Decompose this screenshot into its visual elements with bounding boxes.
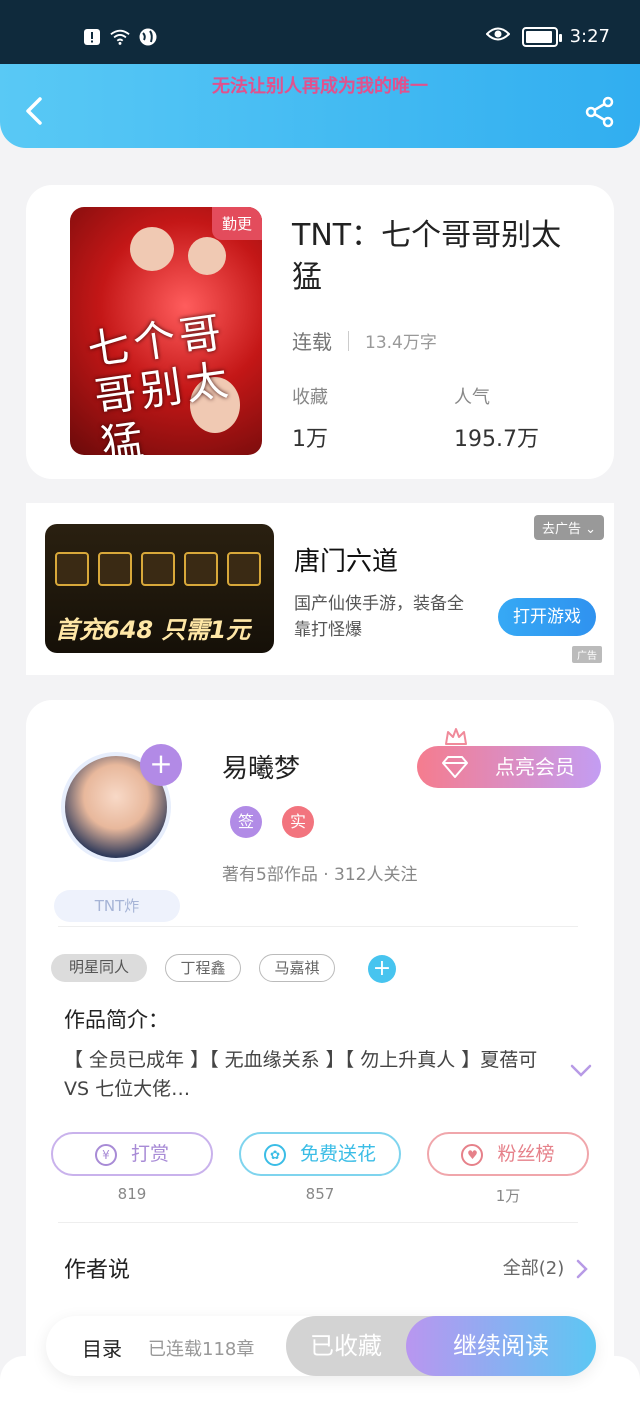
book-cover[interactable]: 七个哥哥别太猛 勤更 (70, 207, 262, 455)
book-info-card: 七个哥哥别太猛 勤更 TNT：七个哥哥别太猛 连载 13.4万字 收藏 1万 人… (26, 185, 614, 479)
view-all-link[interactable]: 全部(2) (503, 1254, 588, 1280)
send-flower-label: 免费送花 (299, 1143, 376, 1165)
author-stats: 著有5部作品 · 312人关注 (222, 865, 418, 885)
author-says-title: 作者说 (64, 1258, 131, 1283)
diamond-icon (442, 756, 468, 778)
author-name[interactable]: 易曦梦 (222, 748, 300, 785)
view-all-label: 全部(2) (502, 1258, 565, 1279)
status-icons-left (82, 27, 158, 47)
collect-label: 收藏 (292, 387, 328, 408)
fans-count: 1万 (495, 1187, 521, 1205)
share-button[interactable] (584, 96, 616, 128)
ad-promo-text: 首充648 只需1元 (55, 616, 251, 644)
remove-ad-button[interactable]: 去广告 ⌄ (533, 515, 604, 540)
header: 无法让别人再成为我的唯一 (0, 64, 640, 148)
back-button[interactable] (22, 96, 48, 126)
globe-icon (138, 27, 158, 47)
fan-ranking-button[interactable]: ♥ 粉丝榜 (427, 1132, 589, 1176)
alert-icon (82, 27, 102, 47)
popularity-label: 人气 (454, 387, 490, 408)
cover-figure (188, 237, 226, 275)
book-meta: 连载 13.4万字 (292, 326, 437, 355)
divider (58, 926, 578, 927)
flower-icon: ✿ (263, 1143, 286, 1166)
ad-item-slot (184, 552, 218, 586)
tag-chip[interactable]: 丁程鑫 (165, 954, 241, 982)
fan-badge: TNT炸 (54, 890, 180, 922)
word-count: 13.4万字 (365, 333, 437, 353)
ad-title: 唐门六道 (294, 547, 399, 577)
follow-plus-icon[interactable]: + (140, 744, 182, 786)
chevron-left-icon (26, 97, 42, 125)
collected-label: 已收藏 (310, 1332, 382, 1360)
header-marquee: 无法让别人再成为我的唯一 (212, 76, 428, 97)
battery-icon (521, 26, 562, 47)
chevron-down-icon[interactable] (570, 1064, 592, 1078)
ad-item-slot (55, 552, 89, 586)
vip-button-label: 点亮会员 (495, 755, 575, 779)
tag-chip[interactable]: 马嘉祺 (259, 954, 335, 982)
fan-ranking-label: 粉丝榜 (497, 1143, 555, 1165)
chevron-down-icon: ⌄ (585, 522, 596, 537)
ad-image[interactable]: 首充648 只需1元 (45, 524, 274, 653)
verified-badge: 实 (282, 806, 314, 838)
continue-reading-button[interactable]: 继续阅读 (406, 1316, 596, 1376)
update-badge: 勤更 (211, 207, 262, 240)
open-game-button[interactable]: 打开游戏 (498, 598, 596, 636)
status-bar: 3:27 (0, 0, 640, 66)
vip-button[interactable]: 点亮会员 (417, 746, 601, 788)
book-title: TNT：七个哥哥别太猛 (292, 218, 562, 295)
yen-icon: ¥ (94, 1143, 117, 1166)
ad-item-slots (55, 552, 261, 586)
wifi-icon (110, 27, 130, 47)
ad-item-slot (98, 552, 132, 586)
book-status: 连载 (292, 330, 332, 354)
ad-description: 国产仙侠手游，装备全靠打怪爆 (294, 594, 464, 640)
cover-figure (130, 227, 174, 271)
intro-label: 作品简介： (64, 1008, 169, 1032)
eye-icon (485, 26, 510, 47)
toc-button[interactable]: 目录 (82, 1333, 122, 1362)
share-icon (585, 96, 614, 128)
status-icons-right: 3:27 (485, 26, 610, 47)
author-card: + TNT炸 易曦梦 点亮会员 签 实 著有5部作品 · 312人关注 明星同人… (26, 700, 614, 1422)
ad-tag: 广告 (572, 646, 602, 663)
intro-text: 【 全员已成年 】【 无血缘关系 】【 勿上升真人 】夏蓓可 VS 七位大佬… (64, 1049, 538, 1100)
ad-banner[interactable]: 首充648 只需1元 去广告 ⌄ 唐门六道 国产仙侠手游，装备全靠打怪爆 打开游… (26, 503, 614, 675)
divider (58, 1222, 578, 1223)
meta-divider (348, 330, 349, 351)
signed-author-badge: 签 (230, 806, 262, 838)
flower-count: 857 (305, 1185, 335, 1203)
add-tag-button[interactable]: + (368, 955, 396, 983)
remove-ad-label: 去广告 (541, 522, 581, 537)
crown-icon (445, 728, 467, 745)
collect-value: 1万 (292, 427, 328, 452)
user-heart-icon: ♥ (461, 1143, 484, 1166)
reward-button[interactable]: ¥ 打赏 (51, 1132, 213, 1176)
reward-label: 打赏 (130, 1143, 169, 1165)
send-flower-button[interactable]: ✿ 免费送花 (239, 1132, 401, 1176)
popularity-value: 195.7万 (454, 427, 539, 452)
status-time: 3:27 (569, 26, 610, 47)
chevron-right-icon (576, 1259, 588, 1279)
chapter-count: 已连载118章 (148, 1339, 255, 1360)
tag-chip[interactable]: 明星同人 (51, 954, 147, 982)
ad-item-slot (227, 552, 261, 586)
bottom-action-bar: 目录 已连载118章 已收藏 继续阅读 (46, 1316, 596, 1376)
ad-item-slot (141, 552, 175, 586)
reward-count: 819 (117, 1185, 147, 1203)
cover-title-art: 七个哥哥别太猛 (84, 307, 235, 455)
